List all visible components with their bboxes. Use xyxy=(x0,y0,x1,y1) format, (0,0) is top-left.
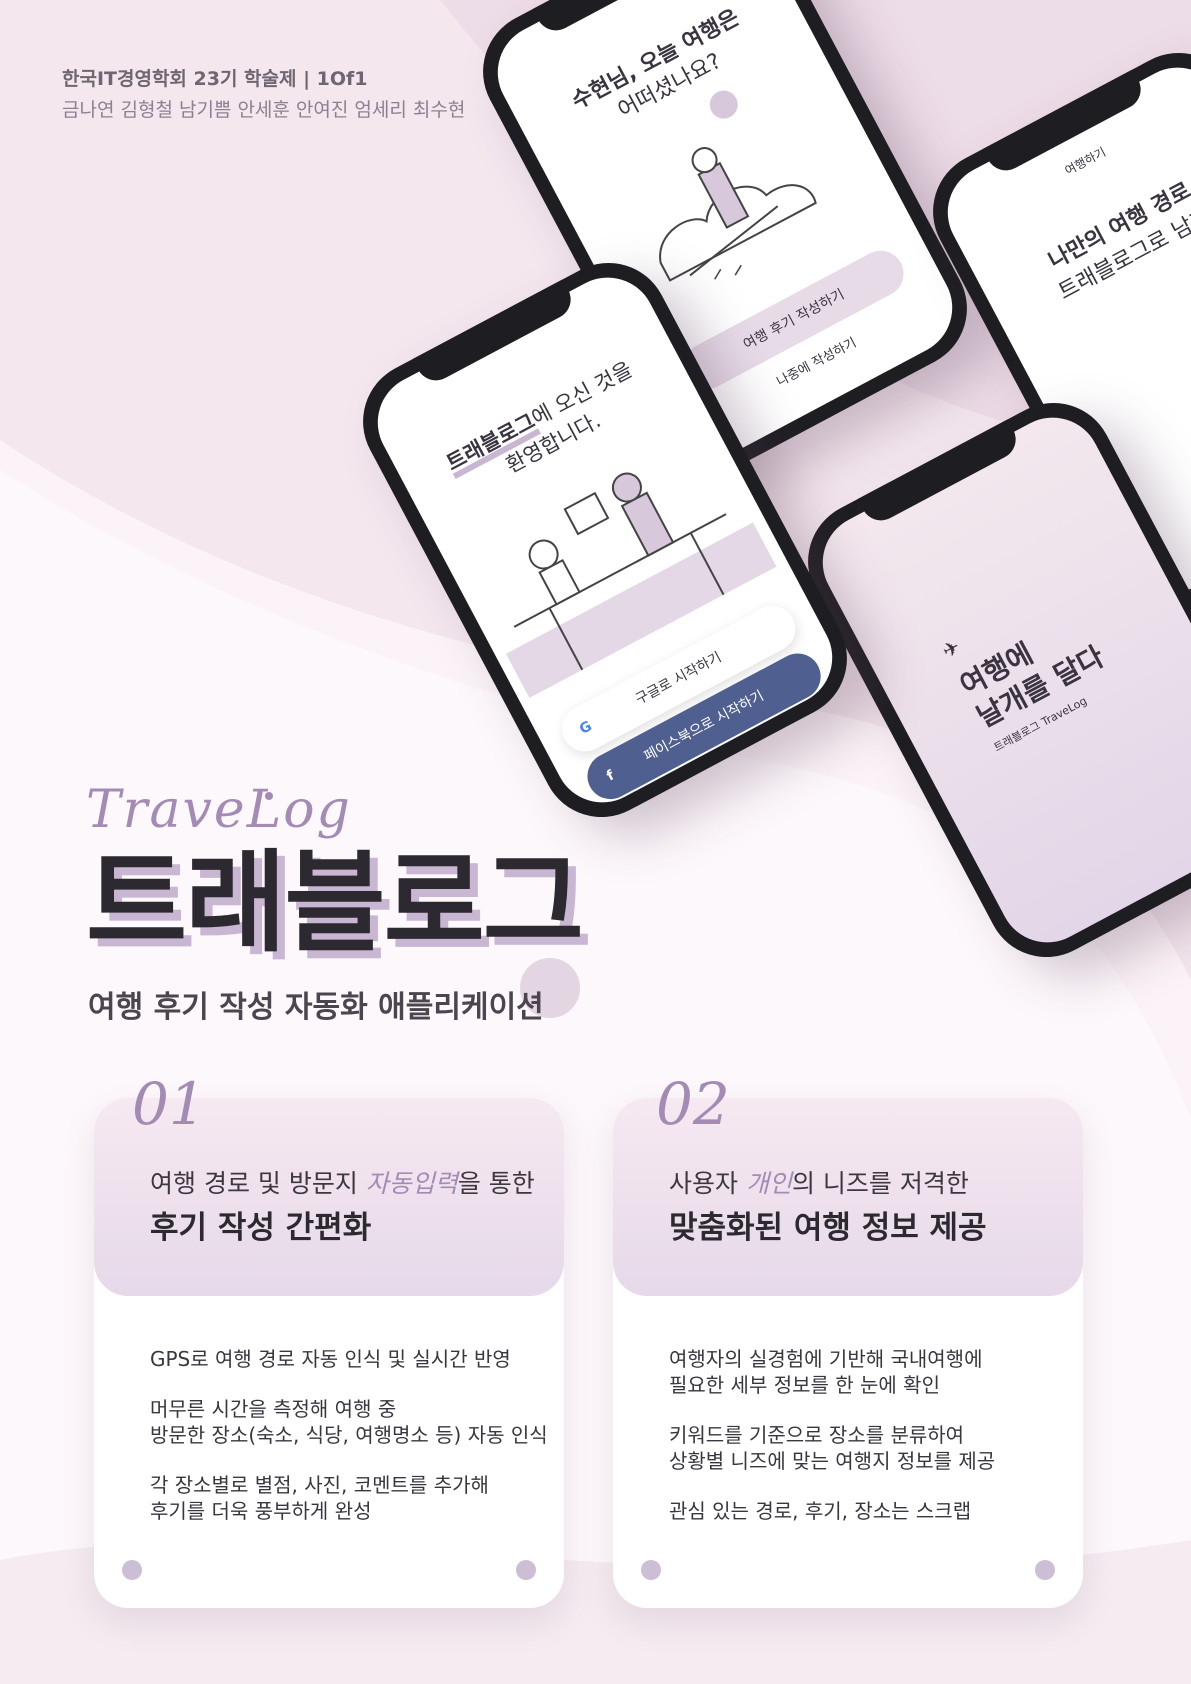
app-subtitle: 여행 후기 작성 자동화 애플리케이션 xyxy=(88,990,544,1025)
feature-bullet-text: 관심 있는 경로, 후기, 장소는 스크랩 xyxy=(669,1499,972,1523)
feature-description: GPS로 여행 경로 자동 인식 및 실시간 반영 머무른 시간을 측정해 여행… xyxy=(150,1346,548,1548)
feature-bullet-text: 후기를 더욱 풍부하게 완성 xyxy=(150,1499,372,1523)
feature-bullet-text: 상황별 니즈에 맞는 여행지 정보를 제공 xyxy=(669,1449,996,1473)
card-dot-right xyxy=(516,1560,536,1580)
feature-bullet: 여행자의 실경험에 기반해 국내여행에 필요한 세부 정보를 한 눈에 확인 xyxy=(669,1346,995,1398)
feature-bullet: GPS로 여행 경로 자동 인식 및 실시간 반영 xyxy=(150,1346,548,1372)
feature-headline-post: 의 니즈를 저격한 xyxy=(791,1169,969,1198)
card-dot-left xyxy=(122,1560,142,1580)
feature-bullet-text: 방문한 장소(숙소, 식당, 여행명소 등) 자동 인식 xyxy=(150,1423,548,1447)
feature-headline: 사용자 개인의 니즈를 저격한 xyxy=(669,1164,969,1200)
card-dot-left xyxy=(641,1560,661,1580)
feature-number-1: 01 xyxy=(132,1070,206,1138)
feature-bullet-text: 여행자의 실경험에 기반해 국내여행에 xyxy=(669,1347,983,1371)
feature-bullet-text: 키워드를 기준으로 장소를 분류하여 xyxy=(669,1423,965,1447)
feature-bullet: 관심 있는 경로, 후기, 장소는 스크랩 xyxy=(669,1498,995,1524)
paper-plane-icon: ✈ xyxy=(938,634,965,664)
feature-card-1: 여행 경로 및 방문지 자동입력을 통한 후기 작성 간편화 GPS로 여행 경… xyxy=(94,1098,564,1608)
main-title: 트래블로그 xyxy=(86,839,584,967)
logo-script: TraveLog xyxy=(86,780,352,840)
facebook-icon: f xyxy=(604,767,617,785)
feature-bullet: 각 장소별로 별점, 사진, 코멘트를 추가해 후기를 더욱 풍부하게 완성 xyxy=(150,1472,548,1524)
feature-title: 후기 작성 간편화 xyxy=(150,1210,372,1246)
event-title: 한국IT경영학회 23기 학술제 | 1Of1 xyxy=(62,68,368,90)
card-dot-right xyxy=(1035,1560,1055,1580)
feature-headline-pre: 사용자 xyxy=(669,1169,746,1198)
feature-bullet-text: GPS로 여행 경로 자동 인식 및 실시간 반영 xyxy=(150,1347,511,1371)
feature-headline: 여행 경로 및 방문지 자동입력을 통한 xyxy=(150,1164,535,1200)
google-icon: G xyxy=(576,718,595,738)
feature-card-2: 사용자 개인의 니즈를 저격한 맞춤화된 여행 정보 제공 여행자의 실경험에 … xyxy=(613,1098,1083,1608)
feature-bullet-text: 머무른 시간을 측정해 여행 중 xyxy=(150,1397,397,1421)
feature-headline-pre: 여행 경로 및 방문지 xyxy=(150,1169,366,1198)
team-members: 금나연 김형철 남기쁨 안세훈 안여진 엄세리 최수현 xyxy=(62,99,466,121)
feature-bullet: 머무른 시간을 측정해 여행 중 방문한 장소(숙소, 식당, 여행명소 등) 자… xyxy=(150,1396,548,1448)
feature-bullet-text: 각 장소별로 별점, 사진, 코멘트를 추가해 xyxy=(150,1473,489,1497)
feature-title: 맞춤화된 여행 정보 제공 xyxy=(669,1210,987,1246)
feature-headline-accent: 자동입력 xyxy=(365,1169,458,1198)
feature-bullet-text: 필요한 세부 정보를 한 눈에 확인 xyxy=(669,1373,940,1397)
feature-description: 여행자의 실경험에 기반해 국내여행에 필요한 세부 정보를 한 눈에 확인 키워… xyxy=(669,1346,995,1548)
feature-headline-accent: 개인 xyxy=(745,1169,792,1198)
feature-bullet: 키워드를 기준으로 장소를 분류하여 상황별 니즈에 맞는 여행지 정보를 제공 xyxy=(669,1422,995,1474)
feature-headline-post: 을 통한 xyxy=(457,1169,535,1198)
logo-dot xyxy=(265,792,273,800)
feature-number-2: 02 xyxy=(656,1070,730,1138)
